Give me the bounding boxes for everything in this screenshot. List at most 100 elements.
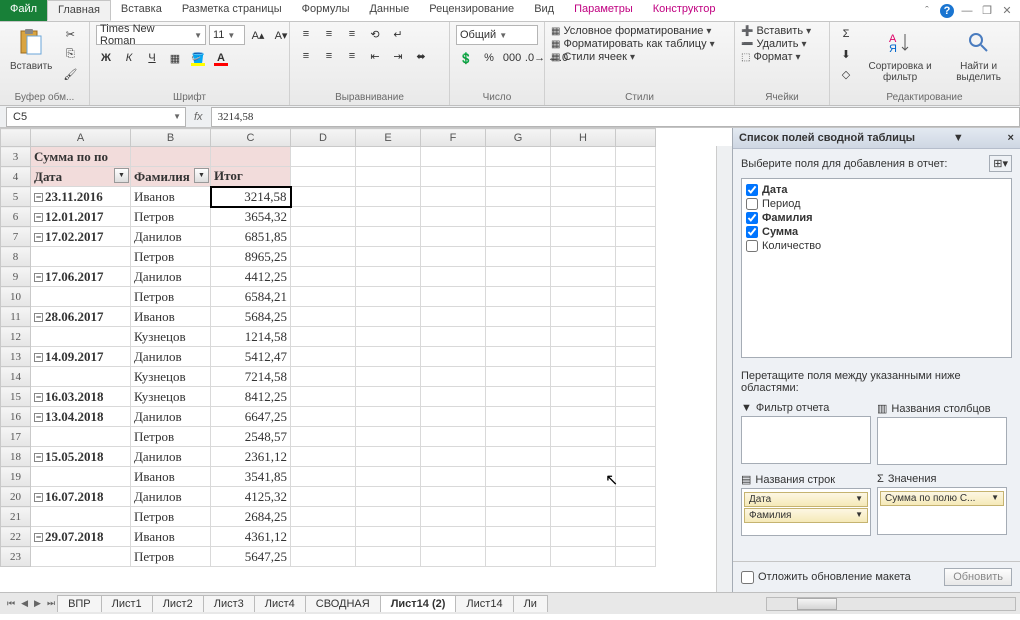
- bold-button[interactable]: Ж: [96, 49, 116, 67]
- update-button[interactable]: Обновить: [944, 568, 1012, 586]
- sheet-tab[interactable]: Ли: [513, 595, 548, 612]
- paste-label: Вставить: [10, 61, 52, 72]
- find-label: Найти и выделить: [948, 61, 1009, 83]
- fill-color-button[interactable]: 🪣: [188, 49, 208, 67]
- tab-insert[interactable]: Вставка: [111, 0, 172, 21]
- increase-indent-button[interactable]: ⇥: [388, 47, 408, 65]
- shrink-font-button[interactable]: A▾: [271, 26, 291, 44]
- tab-formulas[interactable]: Формулы: [292, 0, 360, 21]
- paste-button[interactable]: Вставить: [6, 25, 56, 74]
- tab-params[interactable]: Параметры: [564, 0, 643, 21]
- field-Фамилия[interactable]: Фамилия: [746, 211, 1007, 225]
- formula-input[interactable]: 3214,58: [211, 107, 1020, 127]
- field-Количество[interactable]: Количество: [746, 239, 1007, 253]
- ribbon-tabs: Файл Главная Вставка Разметка страницы Ф…: [0, 0, 1020, 22]
- sheet-tab[interactable]: Лист14 (2): [380, 595, 457, 612]
- align-right-button[interactable]: ≡: [342, 47, 362, 65]
- increase-decimal-button[interactable]: .0→: [525, 49, 545, 67]
- minimize-ribbon-icon[interactable]: ˆ: [920, 4, 934, 18]
- border-button[interactable]: ▦: [165, 49, 185, 67]
- area-item[interactable]: Сумма по полю С...▼: [880, 491, 1004, 506]
- horizontal-scrollbar[interactable]: [766, 597, 1016, 611]
- sheet-tab[interactable]: Лист4: [254, 595, 306, 612]
- tab-layout[interactable]: Разметка страницы: [172, 0, 292, 21]
- worksheet[interactable]: ABCDEFGH3Сумма по по4Дата▼Фамилия▼Итог5−…: [0, 128, 732, 592]
- tab-nav-prev[interactable]: ◀: [18, 598, 31, 609]
- tab-home[interactable]: Главная: [47, 0, 111, 21]
- restore-icon[interactable]: ❐: [980, 4, 994, 18]
- align-bottom-button[interactable]: ≡: [342, 25, 362, 43]
- autosum-button[interactable]: Σ: [836, 25, 856, 43]
- columns-icon: ▥: [877, 402, 887, 415]
- find-select-button[interactable]: Найти и выделить: [944, 25, 1013, 85]
- area-item[interactable]: Фамилия▼: [744, 508, 868, 523]
- copy-button[interactable]: ⎘: [60, 45, 80, 63]
- sheet-tab[interactable]: СВОДНАЯ: [305, 595, 381, 612]
- underline-button[interactable]: Ч: [142, 49, 162, 67]
- merge-button[interactable]: ⬌: [411, 47, 431, 65]
- format-painter-button[interactable]: 🖌: [60, 65, 80, 83]
- sort-filter-button[interactable]: АЯ Сортировка и фильтр: [860, 25, 940, 85]
- pane-close-icon[interactable]: ×: [1008, 132, 1014, 144]
- vertical-scrollbar[interactable]: [716, 146, 732, 592]
- italic-button[interactable]: К: [119, 49, 139, 67]
- clear-button[interactable]: ◇: [836, 65, 856, 83]
- tab-nav-next[interactable]: ▶: [31, 598, 44, 609]
- layout-options-button[interactable]: ⊞▾: [989, 155, 1012, 172]
- field-Период[interactable]: Период: [746, 197, 1007, 211]
- field-list[interactable]: ДатаПериодФамилияСуммаКоличество: [741, 178, 1012, 358]
- minimize-icon[interactable]: —: [960, 4, 974, 18]
- font-color-button[interactable]: A: [211, 49, 231, 67]
- sheet-tab[interactable]: Лист2: [152, 595, 204, 612]
- cut-button[interactable]: ✂: [60, 25, 80, 43]
- format-table-button[interactable]: ▦ Форматировать как таблицу ▾: [551, 38, 715, 50]
- tab-data[interactable]: Данные: [359, 0, 419, 21]
- tab-view[interactable]: Вид: [524, 0, 564, 21]
- insert-cells-button[interactable]: ➕ Вставить ▾: [741, 25, 811, 37]
- align-left-button[interactable]: ≡: [296, 47, 316, 65]
- area-rows[interactable]: Дата▼Фамилия▼: [741, 488, 871, 536]
- align-middle-button[interactable]: ≡: [319, 25, 339, 43]
- tab-design[interactable]: Конструктор: [643, 0, 726, 21]
- align-top-button[interactable]: ≡: [296, 25, 316, 43]
- sheet-tab[interactable]: Лист14: [455, 595, 513, 612]
- area-vals-label: Значения: [888, 473, 937, 485]
- number-format-combo[interactable]: Общий▼: [456, 25, 538, 45]
- defer-label: Отложить обновление макета: [758, 571, 911, 583]
- field-Дата[interactable]: Дата: [746, 183, 1007, 197]
- comma-button[interactable]: 000: [502, 49, 522, 67]
- cell-styles-button[interactable]: ▦ Стили ячеек ▾: [551, 51, 635, 63]
- area-columns[interactable]: [877, 417, 1007, 465]
- delete-cells-button[interactable]: ➖ Удалить ▾: [741, 38, 806, 50]
- defer-checkbox[interactable]: [741, 571, 754, 584]
- conditional-format-button[interactable]: ▦ Условное форматирование ▾: [551, 25, 711, 37]
- font-size-combo[interactable]: 11▼: [209, 25, 245, 45]
- sheet-tab[interactable]: Лист1: [101, 595, 153, 612]
- fx-icon[interactable]: fx: [186, 111, 211, 123]
- sheet-tab[interactable]: ВПР: [57, 595, 102, 612]
- align-center-button[interactable]: ≡: [319, 47, 339, 65]
- area-item[interactable]: Дата▼: [744, 492, 868, 507]
- grow-font-button[interactable]: A▴: [248, 26, 268, 44]
- decrease-indent-button[interactable]: ⇤: [365, 47, 385, 65]
- orientation-button[interactable]: ⟲: [365, 25, 385, 43]
- font-name-combo[interactable]: Times New Roman▼: [96, 25, 206, 45]
- tab-review[interactable]: Рецензирование: [419, 0, 524, 21]
- values-icon: Σ: [877, 473, 884, 485]
- wrap-text-button[interactable]: ↵: [388, 25, 408, 43]
- tab-nav-last[interactable]: ⏭: [44, 598, 58, 609]
- sheet-tab[interactable]: Лист3: [203, 595, 255, 612]
- name-box[interactable]: C5▼: [6, 107, 186, 127]
- group-styles: Стили: [551, 91, 728, 105]
- help-icon[interactable]: ?: [940, 4, 954, 18]
- tab-nav-first[interactable]: ⏮: [4, 598, 18, 609]
- tab-file[interactable]: Файл: [0, 0, 47, 21]
- currency-button[interactable]: 💲: [456, 49, 476, 67]
- percent-button[interactable]: %: [479, 49, 499, 67]
- close-icon[interactable]: ✕: [1000, 4, 1014, 18]
- area-filter[interactable]: [741, 416, 871, 464]
- area-values[interactable]: Сумма по полю С...▼: [877, 487, 1007, 535]
- format-cells-button[interactable]: ⬚ Формат ▾: [741, 51, 801, 63]
- field-Сумма[interactable]: Сумма: [746, 225, 1007, 239]
- fill-button[interactable]: ⬇: [836, 45, 856, 63]
